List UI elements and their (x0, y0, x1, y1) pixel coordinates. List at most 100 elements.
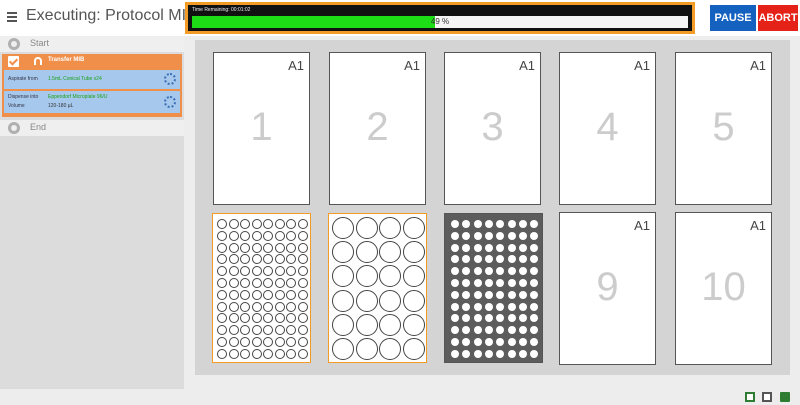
task-title: Transfer MIB (48, 57, 85, 63)
well (286, 254, 296, 265)
well (332, 241, 354, 264)
pause-button[interactable]: PAUSE (710, 5, 756, 31)
well (518, 338, 527, 346)
well (263, 289, 273, 300)
add-icon[interactable] (745, 392, 755, 402)
well (240, 230, 250, 241)
well (332, 217, 354, 239)
well (240, 313, 250, 324)
well (274, 278, 285, 288)
well (297, 337, 308, 347)
well (297, 266, 308, 277)
well (263, 266, 273, 277)
checkbox-icon[interactable] (8, 56, 19, 67)
aspirate-value: 1.5mL Conical Tube x24 (48, 76, 102, 82)
well (451, 231, 459, 240)
deck-slot-5[interactable]: A1 5 (675, 52, 772, 205)
deck-slot-7-tube-rack[interactable] (328, 213, 427, 363)
well (228, 254, 239, 265)
well (379, 313, 401, 336)
deck-slot-3[interactable]: A1 3 (444, 52, 541, 205)
dispense-row[interactable]: Dispense into Eppendorf Microplate 96/U … (4, 91, 180, 113)
well (251, 301, 262, 312)
well (496, 255, 505, 264)
slot-tag: A1 (750, 58, 766, 73)
well (297, 230, 308, 241)
well (217, 278, 227, 288)
well (251, 278, 262, 288)
well (286, 301, 296, 312)
aspirate-row[interactable]: Aspirate from 1.5mL Conical Tube x24 (4, 70, 180, 89)
well (462, 314, 471, 323)
step-start[interactable]: Start (0, 36, 184, 52)
menu-icon[interactable] (7, 12, 17, 22)
well (355, 217, 378, 239)
well (518, 279, 527, 287)
well (530, 243, 539, 252)
progress-bar: 49 % (192, 16, 688, 28)
well (462, 255, 471, 264)
well (462, 231, 471, 240)
trash-icon[interactable] (780, 392, 790, 402)
well (473, 231, 482, 240)
deck-slot-6-plate[interactable] (212, 213, 311, 363)
well (518, 326, 527, 335)
dispense-value: Eppendorf Microplate 96/U (48, 94, 108, 100)
well (217, 325, 227, 336)
copy-icon[interactable] (762, 392, 772, 402)
well (462, 302, 471, 311)
well (379, 217, 401, 239)
well (530, 279, 539, 287)
well (496, 290, 505, 299)
well (496, 220, 505, 228)
progress-label: 49 % (430, 17, 450, 26)
deck-slot-9[interactable]: A1 9 (559, 212, 656, 365)
well (473, 314, 482, 323)
well (402, 265, 425, 288)
well (507, 349, 516, 358)
page-title: Executing: Protocol MIB (26, 7, 197, 24)
well (462, 349, 471, 358)
well (484, 231, 493, 240)
deck-slot-2[interactable]: A1 2 (329, 52, 426, 205)
slot-tag: A1 (634, 218, 650, 233)
well (484, 290, 493, 299)
well (530, 231, 539, 240)
well (297, 313, 308, 324)
well (251, 242, 262, 253)
task-card-transfer[interactable]: Transfer MIB Aspirate from 1.5mL Conical… (2, 54, 182, 117)
well (451, 349, 459, 358)
well (274, 325, 285, 336)
well (518, 220, 527, 228)
well (473, 220, 482, 228)
well (507, 231, 516, 240)
well (263, 325, 273, 336)
start-icon (8, 38, 20, 50)
slot-number: 4 (596, 105, 619, 149)
well (297, 289, 308, 300)
abort-button[interactable]: ABORT (758, 5, 798, 31)
well (228, 266, 239, 277)
well (402, 289, 425, 312)
well (496, 326, 505, 335)
well (240, 301, 250, 312)
deck-slot-8-plate[interactable] (444, 213, 543, 363)
well (228, 278, 239, 288)
well (217, 254, 227, 265)
well (484, 302, 493, 311)
well (228, 219, 239, 229)
well (217, 266, 227, 277)
deck-slot-4[interactable]: A1 4 (559, 52, 656, 205)
well (379, 265, 401, 288)
well (518, 349, 527, 358)
well (251, 348, 262, 359)
well (228, 348, 239, 359)
step-end[interactable]: End (0, 120, 184, 136)
spinner-icon (164, 73, 176, 85)
deck-slot-10[interactable]: A1 10 (675, 212, 772, 365)
deck-slot-1[interactable]: A1 1 (213, 52, 310, 205)
time-remaining: Time Remaining: 00:01:02 (192, 7, 251, 13)
well (228, 313, 239, 324)
well (484, 267, 493, 276)
well (530, 338, 539, 346)
